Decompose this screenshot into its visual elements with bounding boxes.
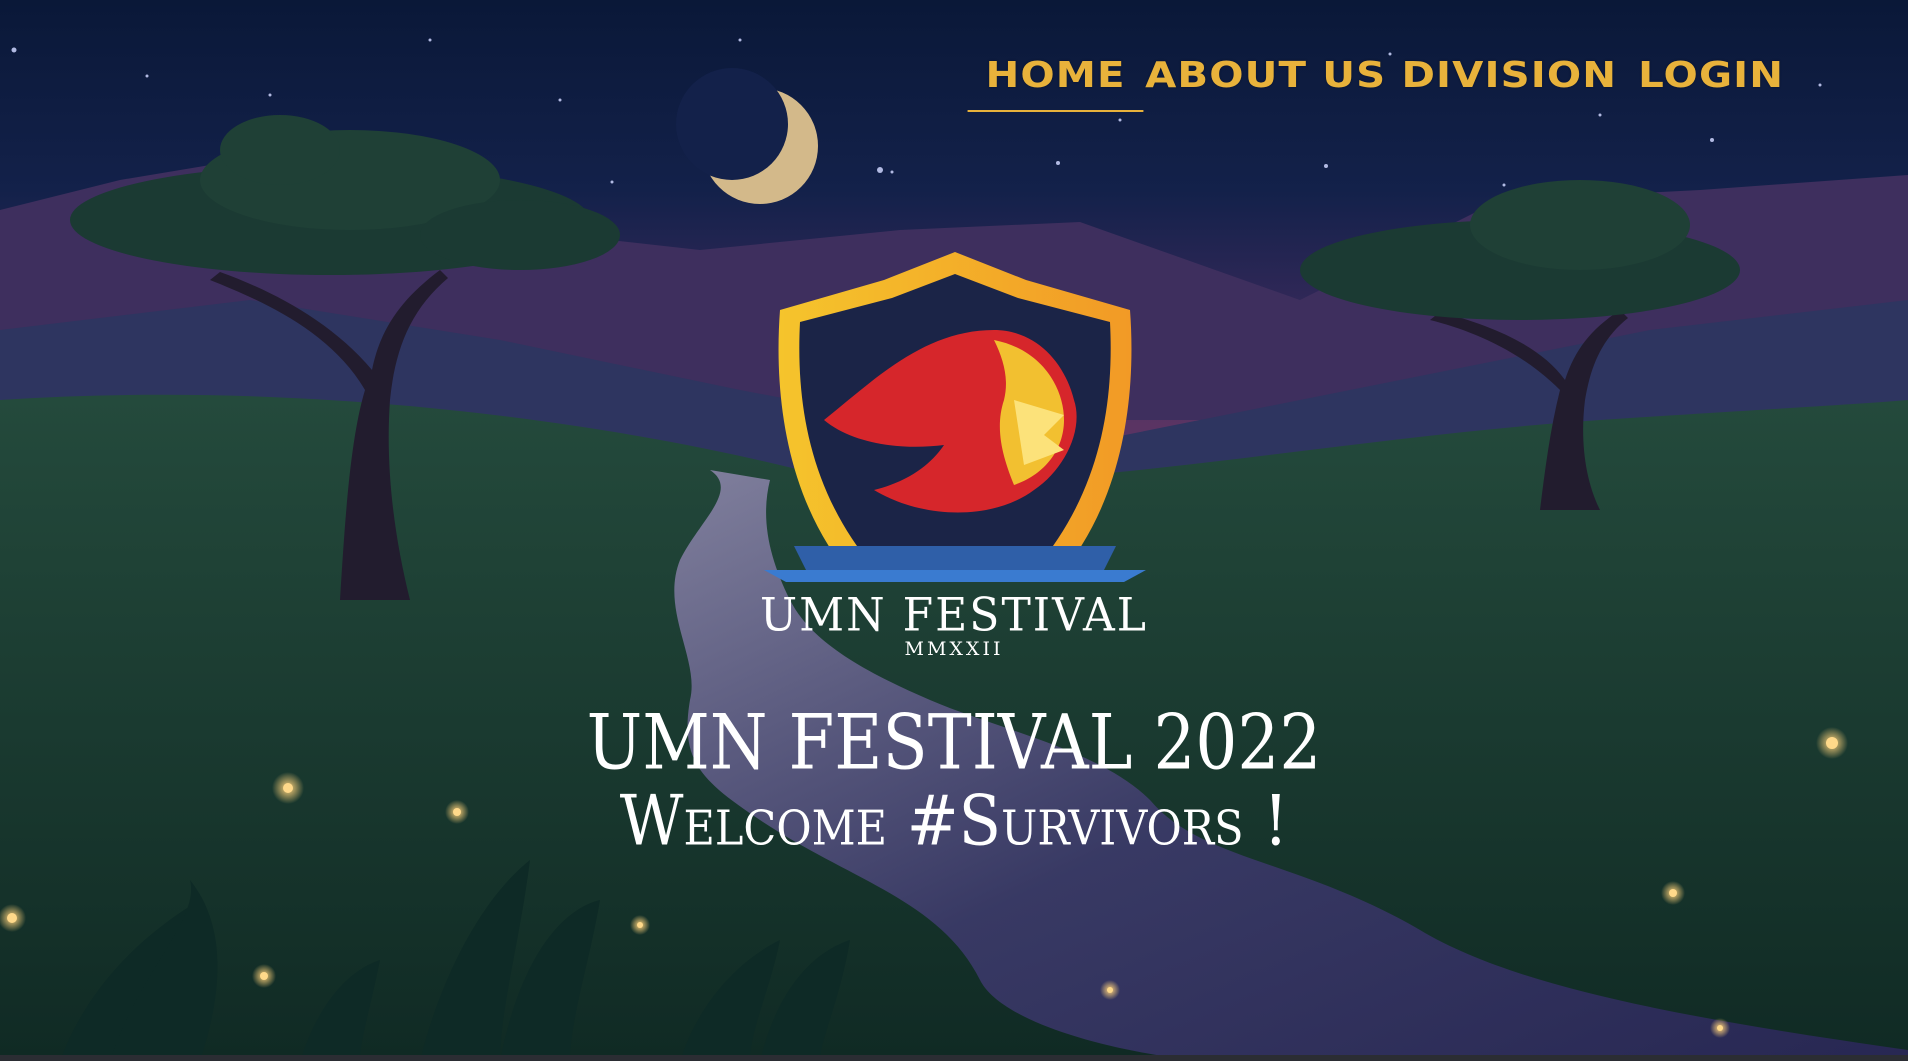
page: UMN FESTIVAL MMXXII HOME ABOUT US DIVISI… xyxy=(0,0,1908,1061)
logo-title: UMN FESTIVAL xyxy=(760,588,1148,643)
page-bottom-edge xyxy=(0,1055,1908,1061)
main-nav: HOME ABOUT US DIVISION LOGIN xyxy=(967,52,1796,112)
logo-subtitle: MMXXII xyxy=(904,638,1004,660)
hero-subtitle: Welcome #Survivors ! xyxy=(619,779,1289,862)
hero-title: UMN FESTIVAL 2022 xyxy=(586,698,1322,787)
nav-login[interactable]: LOGIN xyxy=(1615,52,1806,112)
nav-division[interactable]: DIVISION xyxy=(1379,52,1640,112)
nav-home[interactable]: HOME xyxy=(963,52,1148,112)
nav-about-us[interactable]: ABOUT US xyxy=(1122,52,1408,112)
